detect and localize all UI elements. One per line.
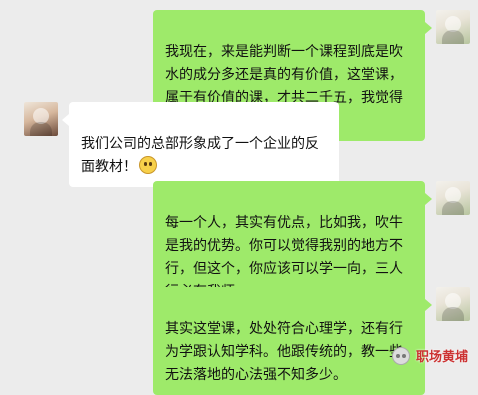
- chat-window: 我现在，来是能判断一个课程到底是吹水的成分多还是真的有价值，这堂课，属于有价值的…: [0, 0, 478, 395]
- sender-avatar[interactable]: [436, 287, 470, 321]
- message-text: 其实这堂课，处处符合心理学，还有行为学跟认知学科。他跟传统的，教一些无法落地的心…: [165, 321, 403, 383]
- watermark: 职场黄埔: [391, 346, 468, 365]
- blushing-face-icon: [139, 156, 157, 174]
- sender-avatar[interactable]: [436, 10, 470, 44]
- message-text: 我们公司的总部形象成了一个企业的反面教材！: [81, 136, 319, 175]
- message-bubble-sent[interactable]: 其实这堂课，处处符合心理学，还有行为学跟认知学科。他跟传统的，教一些无法落地的心…: [153, 287, 432, 395]
- watermark-text: 职场黄埔: [415, 350, 468, 365]
- receiver-avatar[interactable]: [24, 102, 58, 136]
- wechat-icon: [391, 346, 410, 365]
- avatar-body: [442, 307, 464, 321]
- message-bubble-received[interactable]: 我们公司的总部形象成了一个企业的反面教材！: [62, 102, 339, 187]
- sender-avatar[interactable]: [436, 181, 470, 215]
- avatar-body: [442, 201, 464, 215]
- avatar-body: [442, 30, 464, 44]
- avatar-body: [30, 122, 52, 136]
